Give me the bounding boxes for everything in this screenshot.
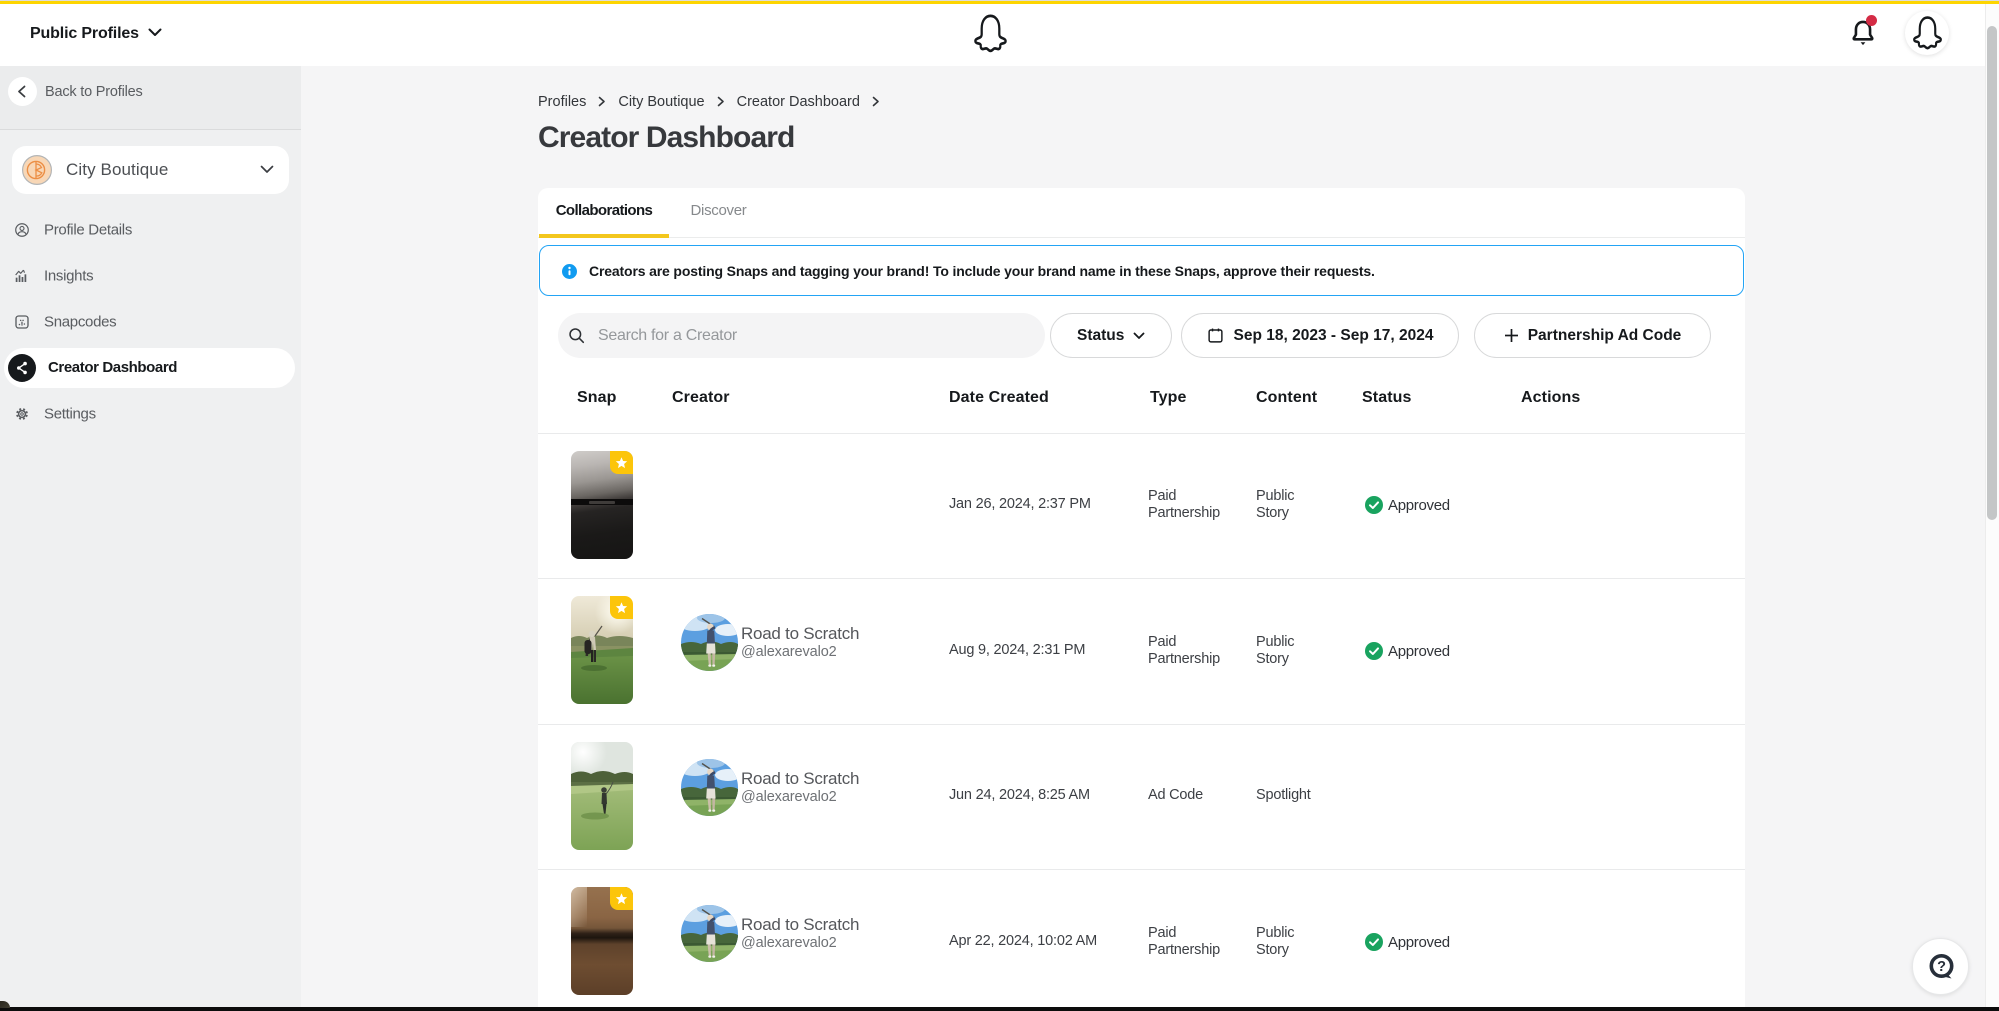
svg-text:?: ? bbox=[1937, 959, 1946, 975]
